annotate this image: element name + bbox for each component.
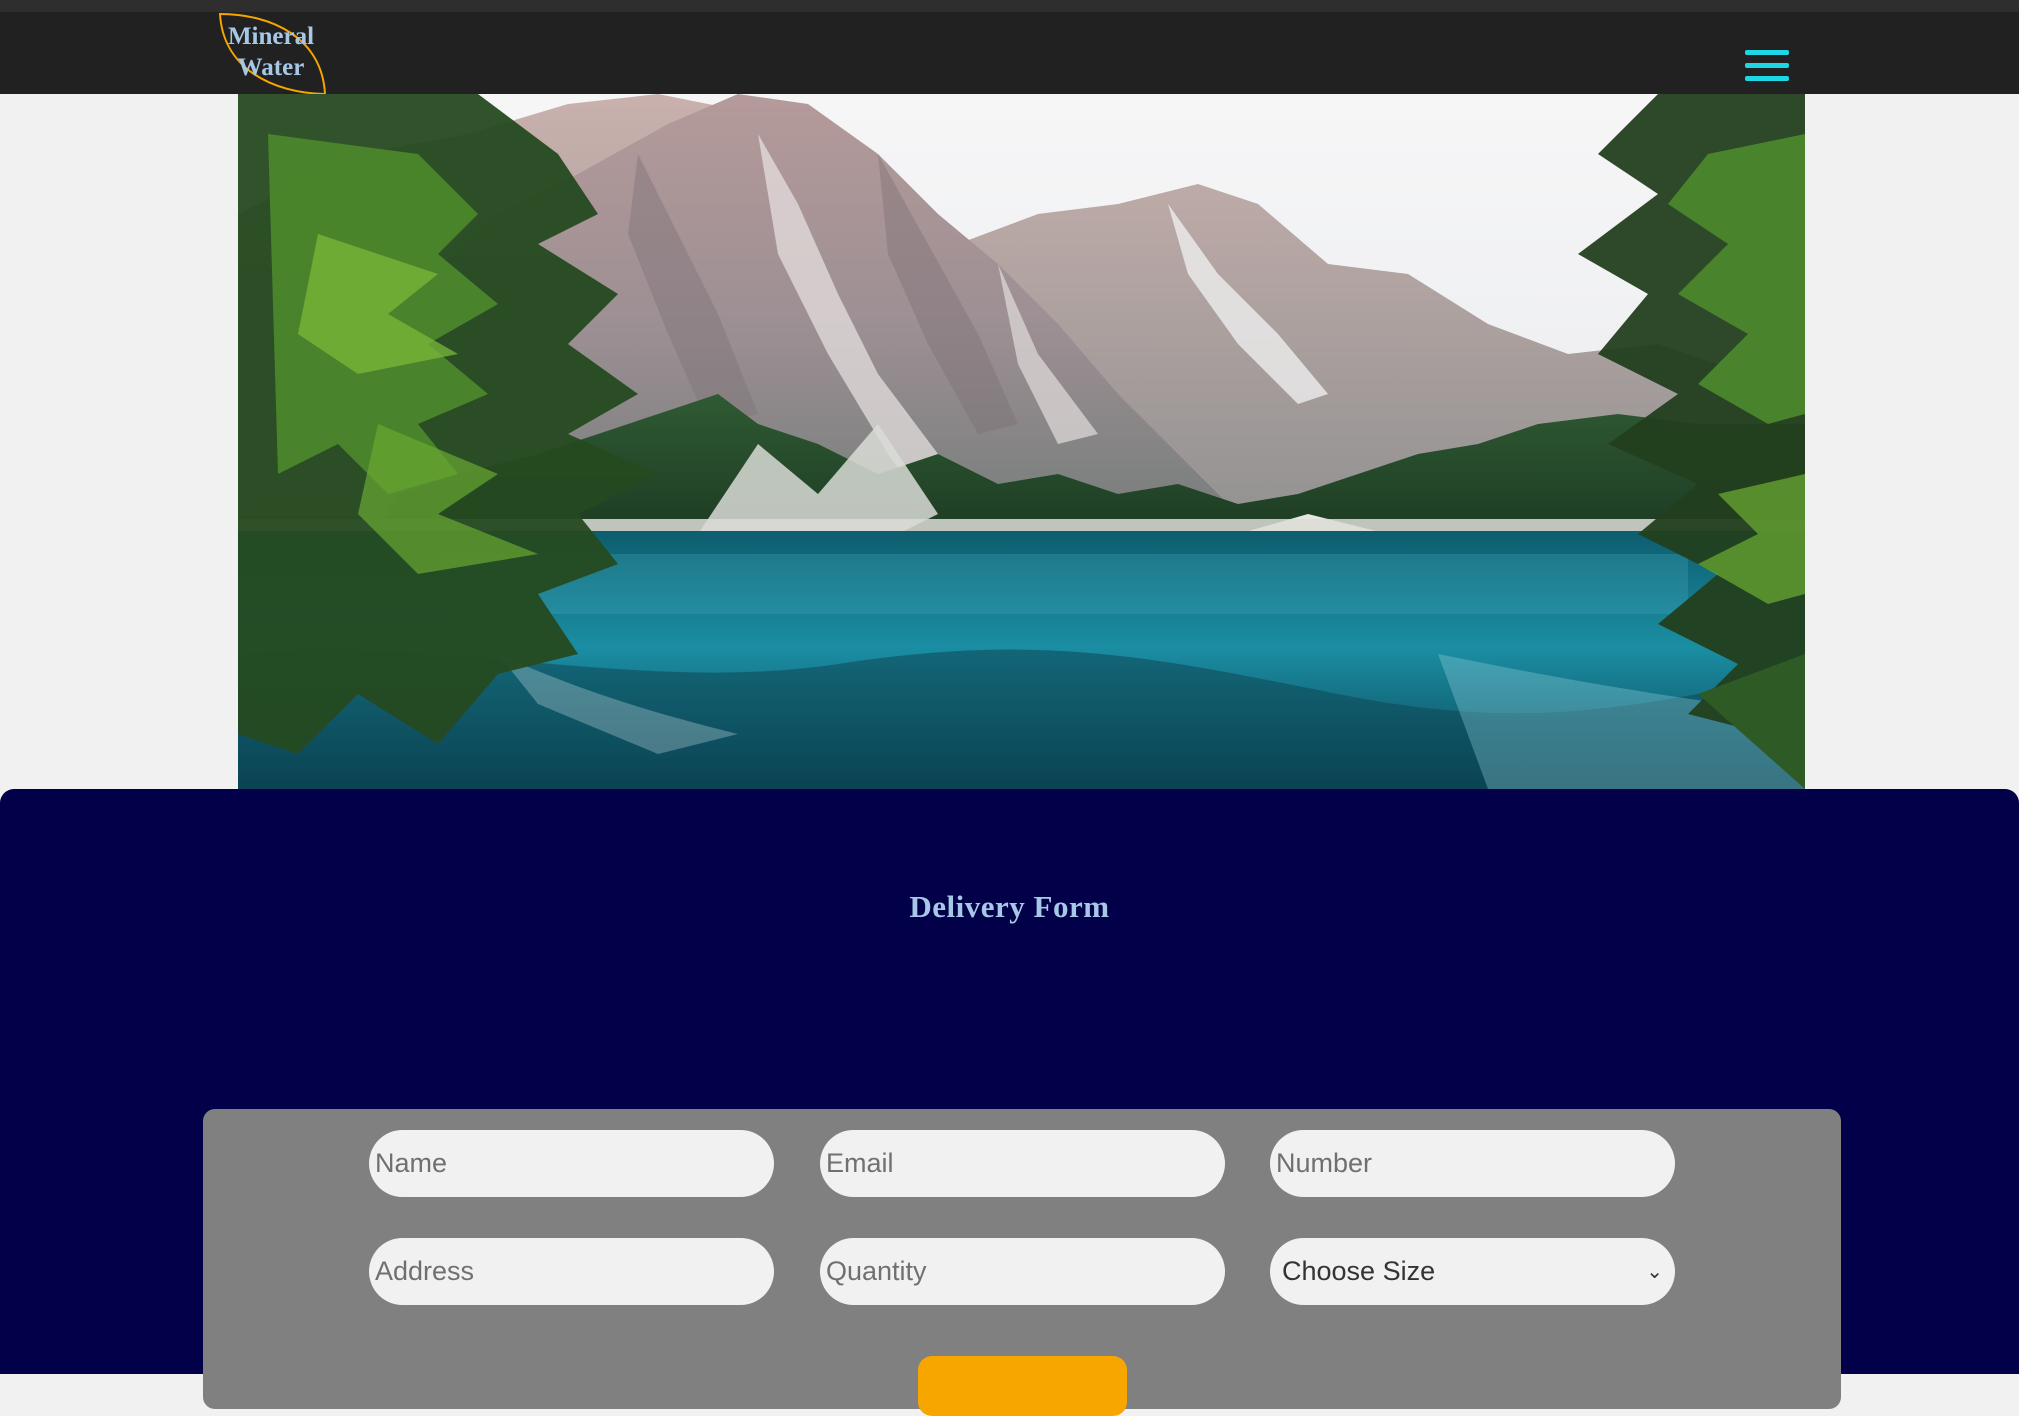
navbar: Mineral Water — [0, 12, 2019, 95]
name-input[interactable] — [369, 1130, 774, 1197]
submit-button[interactable] — [918, 1356, 1127, 1416]
brand-line-1: Mineral — [227, 23, 315, 50]
mountain-lake-image — [238, 94, 1805, 789]
email-input[interactable] — [820, 1130, 1225, 1197]
hero-image — [238, 94, 1805, 789]
number-input[interactable] — [1270, 1130, 1675, 1197]
address-input[interactable] — [369, 1238, 774, 1305]
delivery-section: Delivery Form Choose Size ⌄ — [0, 789, 2019, 1416]
size-select-value: Choose Size — [1282, 1256, 1436, 1286]
chevron-down-icon: ⌄ — [1646, 1261, 1663, 1283]
brand-line-2: Water — [237, 54, 305, 81]
brand-name: Mineral Water — [217, 21, 325, 83]
delivery-form-card: Choose Size ⌄ — [203, 1109, 1841, 1416]
size-select[interactable]: Choose Size ⌄ — [1270, 1238, 1675, 1305]
browser-top-strip — [0, 0, 2019, 12]
hamburger-menu-icon[interactable] — [1745, 50, 1789, 82]
quantity-input[interactable] — [820, 1238, 1225, 1305]
brand-logo[interactable]: Mineral Water — [217, 13, 327, 95]
delivery-form-title: Delivery Form — [909, 889, 1110, 924]
